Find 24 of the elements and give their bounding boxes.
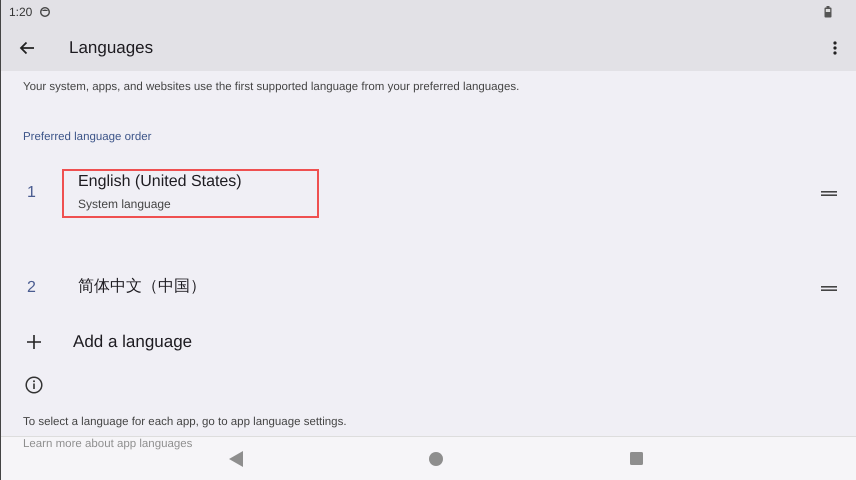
back-icon[interactable] <box>19 40 35 54</box>
language-item[interactable]: English (United States) System language <box>62 168 319 218</box>
info-icon <box>25 376 43 394</box>
footer-text: To select a language for each app, go to app language settings. <box>23 416 348 428</box>
back-nav-icon[interactable] <box>229 450 244 466</box>
drag-handle-icon[interactable] <box>821 190 837 196</box>
language-number: 1 <box>26 184 37 202</box>
section-title: Preferred language order <box>23 131 152 143</box>
status-time: 1:20 <box>9 5 32 19</box>
language-subtitle: System language <box>78 196 172 210</box>
add-language-link[interactable]: Add a language <box>73 332 192 352</box>
language-number: 2 <box>26 279 37 297</box>
language-item[interactable]: 简体中文（中国） <box>62 272 319 304</box>
face-icon <box>40 7 50 17</box>
recents-nav-icon[interactable] <box>630 452 643 465</box>
description-text: Your system, apps, and websites use the first supported language from your preferred languages. <box>23 81 520 93</box>
page-title: Languages <box>69 38 154 58</box>
home-nav-icon[interactable] <box>429 452 444 466</box>
drag-handle-icon[interactable] <box>821 286 837 290</box>
plus-icon[interactable] <box>27 335 41 349</box>
more-options-icon[interactable] <box>833 40 837 54</box>
language-name: English (United States) <box>78 172 243 190</box>
battery-icon <box>824 6 832 18</box>
language-name: 简体中文（中国） <box>78 276 207 297</box>
